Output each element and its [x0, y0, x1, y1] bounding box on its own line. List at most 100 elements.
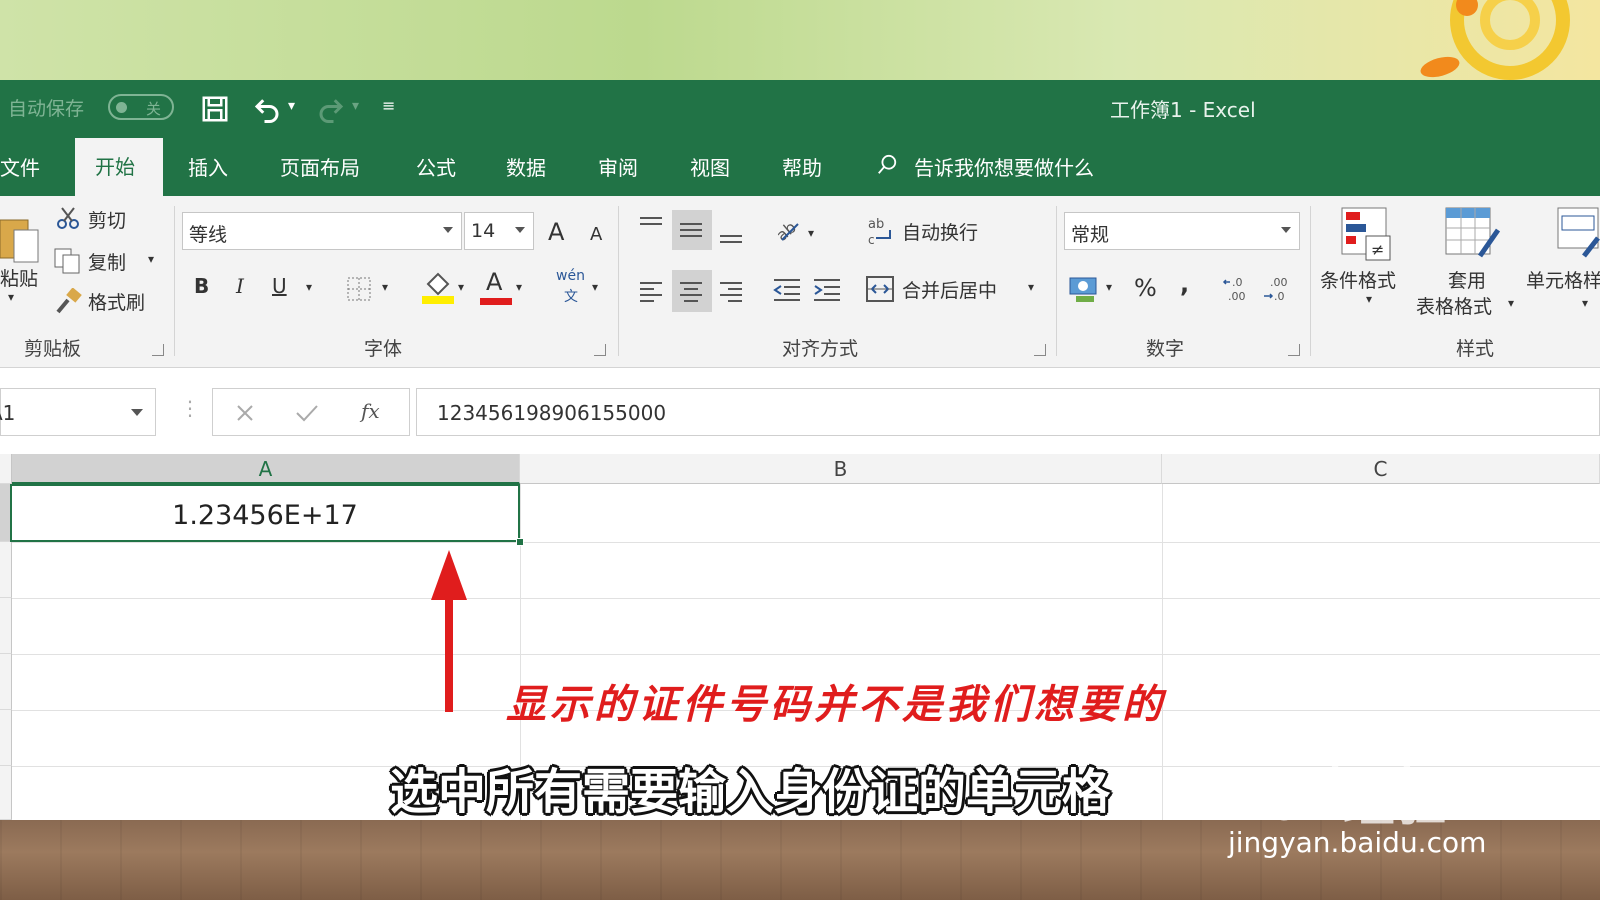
- increase-decimal-icon[interactable]: .0 .00: [1222, 274, 1254, 304]
- clipboard-launcher-icon[interactable]: [152, 344, 164, 356]
- font-name-dropdown[interactable]: 等线: [182, 212, 462, 250]
- tab-page-layout[interactable]: 页面布局: [280, 152, 360, 181]
- row-header-3[interactable]: [0, 598, 12, 654]
- number-format-dropdown[interactable]: 常规: [1064, 212, 1300, 250]
- cut-button[interactable]: 剪切: [88, 206, 126, 233]
- fill-color-icon[interactable]: [422, 270, 454, 304]
- conditional-format-dropdown-icon[interactable]: ▾: [1366, 292, 1372, 306]
- conditional-format-icon[interactable]: ≠: [1340, 206, 1392, 262]
- format-as-table-line1[interactable]: 套用: [1448, 266, 1486, 293]
- tell-me-search[interactable]: 告诉我你想要做什么: [914, 152, 1094, 181]
- format-painter-button[interactable]: 格式刷: [88, 288, 145, 315]
- borders-icon[interactable]: [346, 276, 372, 302]
- tab-file[interactable]: 文件: [0, 152, 40, 181]
- align-top-icon[interactable]: [638, 216, 664, 236]
- tab-review[interactable]: 审阅: [598, 152, 638, 181]
- bold-button[interactable]: B: [194, 274, 209, 298]
- column-header-c[interactable]: C: [1162, 454, 1600, 484]
- alignment-launcher-icon[interactable]: [1034, 344, 1046, 356]
- fill-color-dropdown-icon[interactable]: ▾: [458, 280, 464, 294]
- phonetic-dropdown-icon[interactable]: ▾: [592, 280, 598, 294]
- copy-dropdown-icon[interactable]: ▾: [148, 252, 154, 266]
- select-all-corner[interactable]: [0, 454, 12, 484]
- column-header-a[interactable]: A: [12, 454, 520, 484]
- format-as-table-icon[interactable]: [1444, 206, 1500, 262]
- scissors-icon[interactable]: [56, 206, 80, 230]
- format-as-table-dropdown-icon[interactable]: ▾: [1508, 296, 1514, 310]
- cell-styles-icon[interactable]: [1556, 206, 1600, 262]
- underline-button[interactable]: U: [272, 274, 287, 298]
- undo-dropdown-icon[interactable]: ▾: [288, 98, 295, 114]
- tab-data[interactable]: 数据: [506, 152, 546, 181]
- format-as-table-button[interactable]: 表格格式: [1416, 292, 1492, 319]
- row-gridline: [12, 654, 1600, 655]
- fill-handle[interactable]: [516, 538, 524, 546]
- autosave-toggle[interactable]: 关: [108, 94, 174, 120]
- tab-help[interactable]: 帮助: [782, 152, 822, 181]
- format-painter-icon[interactable]: [56, 288, 82, 314]
- insert-function-button[interactable]: fx: [361, 399, 380, 423]
- wrap-text-icon[interactable]: ab c: [868, 216, 894, 246]
- font-launcher-icon[interactable]: [594, 344, 606, 356]
- underline-dropdown-icon[interactable]: ▾: [306, 280, 312, 294]
- cell-styles-button[interactable]: 单元格样式: [1526, 266, 1600, 293]
- paste-icon[interactable]: [0, 212, 40, 264]
- align-bottom-icon[interactable]: [718, 226, 744, 246]
- number-launcher-icon[interactable]: [1288, 344, 1300, 356]
- wrap-text-button[interactable]: 自动换行: [902, 218, 978, 245]
- customize-toolbar-icon[interactable]: ≡: [382, 96, 395, 115]
- italic-button[interactable]: I: [236, 274, 244, 298]
- align-middle-icon[interactable]: [678, 220, 704, 240]
- cancel-icon[interactable]: [235, 403, 255, 423]
- phonetic-guide-button[interactable]: wén: [556, 268, 585, 284]
- orientation-icon[interactable]: ab: [772, 214, 802, 244]
- formula-input[interactable]: 123456198906155000: [416, 388, 1600, 436]
- currency-icon[interactable]: [1068, 276, 1100, 304]
- borders-dropdown-icon[interactable]: ▾: [382, 280, 388, 294]
- lightbulb-search-icon[interactable]: [876, 154, 898, 176]
- conditional-format-button[interactable]: 条件格式: [1320, 266, 1396, 293]
- merge-dropdown-icon[interactable]: ▾: [1028, 280, 1034, 294]
- formula-bar-grip-icon[interactable]: ⋮: [180, 396, 200, 420]
- font-name-value: 等线: [189, 224, 228, 246]
- phonetic-guide-sub: 文: [564, 289, 578, 305]
- grow-font-button[interactable]: A: [548, 218, 564, 246]
- font-size-dropdown[interactable]: 14: [464, 212, 534, 250]
- orientation-dropdown-icon[interactable]: ▾: [808, 226, 814, 240]
- cell-styles-dropdown-icon[interactable]: ▾: [1582, 296, 1588, 310]
- font-group-label: 字体: [364, 338, 403, 360]
- autosave-label: 自动保存: [8, 98, 85, 120]
- align-left-icon[interactable]: [638, 280, 664, 302]
- name-box[interactable]: A1: [0, 388, 156, 436]
- cell-a1[interactable]: 1.23456E+17: [10, 484, 520, 542]
- row-header-5[interactable]: [0, 710, 12, 766]
- column-header-b[interactable]: B: [520, 454, 1162, 484]
- increase-indent-icon[interactable]: [812, 278, 842, 302]
- paste-button[interactable]: 粘贴: [0, 264, 38, 291]
- decrease-decimal-icon[interactable]: .00 .0: [1262, 274, 1294, 304]
- currency-dropdown-icon[interactable]: ▾: [1106, 280, 1112, 294]
- tab-view[interactable]: 视图: [690, 152, 730, 181]
- tab-insert[interactable]: 插入: [188, 152, 228, 181]
- row-header-2[interactable]: [0, 542, 12, 598]
- tab-home[interactable]: 开始: [75, 138, 163, 196]
- comma-button[interactable]: ,: [1180, 270, 1189, 298]
- undo-icon[interactable]: [252, 94, 282, 124]
- save-icon[interactable]: [200, 94, 230, 124]
- row-header-6[interactable]: [0, 766, 12, 820]
- font-color-dropdown-icon[interactable]: ▾: [516, 280, 522, 294]
- font-color-button[interactable]: A: [486, 268, 502, 296]
- align-center-icon[interactable]: [678, 280, 704, 302]
- tab-formulas[interactable]: 公式: [416, 152, 456, 181]
- enter-check-icon[interactable]: [295, 403, 319, 423]
- copy-button[interactable]: 复制: [88, 248, 126, 275]
- merge-center-button[interactable]: 合并后居中: [902, 276, 997, 303]
- row-header-4[interactable]: [0, 654, 12, 710]
- paste-dropdown-icon[interactable]: ▾: [8, 290, 14, 304]
- percent-button[interactable]: %: [1134, 274, 1157, 302]
- shrink-font-button[interactable]: A: [590, 224, 602, 245]
- merge-center-icon[interactable]: [866, 276, 894, 302]
- decrease-indent-icon[interactable]: [772, 278, 802, 302]
- copy-icon[interactable]: [54, 248, 82, 274]
- align-right-icon[interactable]: [718, 280, 744, 302]
